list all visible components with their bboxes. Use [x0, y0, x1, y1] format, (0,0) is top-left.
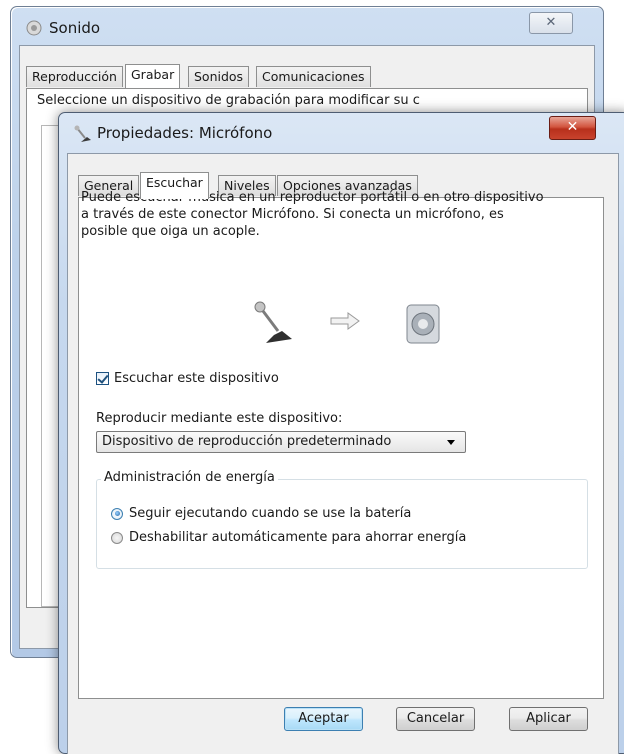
playback-device-select[interactable]: Dispositivo de reproducción predetermina…	[96, 431, 466, 453]
arrow-right-icon	[330, 312, 360, 330]
microphone-icon	[254, 301, 292, 343]
tab-escuchar[interactable]: Escuchar	[140, 172, 209, 199]
properties-dialog: Propiedades: Micrófono ✕ General Escucha…	[58, 112, 624, 754]
radio-auto-disable-label: Deshabilitar automáticamente para ahorra…	[129, 530, 467, 545]
tab-comunicaciones[interactable]: Comunicaciones	[256, 66, 371, 87]
cancel-button[interactable]: Cancelar	[396, 707, 475, 731]
listen-checkbox[interactable]	[96, 372, 109, 385]
power-management-group: Administración de energía Seguir ejecuta…	[96, 470, 588, 569]
tab-reproduccion[interactable]: Reproducción	[26, 66, 123, 87]
radio-keep-running[interactable]	[111, 507, 123, 520]
power-group-title: Administración de energía	[101, 470, 278, 485]
dialog-close-button[interactable]: ✕	[549, 116, 596, 140]
close-icon: ✕	[545, 15, 557, 30]
microphone-small-icon	[74, 125, 91, 142]
radio-keep-running-label: Seguir ejecutando cuando se use la bater…	[129, 506, 412, 521]
speaker-small-icon	[26, 20, 42, 36]
sound-window-titlebar[interactable]: Sonido ✕	[11, 7, 603, 45]
dialog-title: Propiedades: Micrófono	[97, 124, 273, 142]
speaker-icon	[406, 304, 440, 344]
dialog-client: General Escuchar Niveles Opciones avanza…	[67, 153, 619, 754]
playback-device-value: Dispositivo de reproducción predetermina…	[102, 434, 392, 449]
radio-keep-running-row[interactable]: Seguir ejecutando cuando se use la bater…	[111, 506, 411, 521]
radio-auto-disable-row[interactable]: Deshabilitar automáticamente para ahorra…	[111, 530, 466, 545]
listen-checkbox-row[interactable]: Escuchar este dispositivo	[96, 371, 279, 386]
playback-label: Reproducir mediante este dispositivo:	[96, 411, 343, 426]
close-icon: ✕	[566, 119, 579, 135]
tab-grabar[interactable]: Grabar	[125, 64, 181, 88]
recording-description: Seleccione un dispositivo de grabación p…	[37, 93, 420, 108]
tab-sonidos[interactable]: Sonidos	[188, 66, 250, 87]
ok-button[interactable]: Aceptar	[284, 707, 363, 731]
radio-auto-disable[interactable]	[111, 531, 123, 544]
apply-button[interactable]: Aplicar	[509, 707, 588, 731]
chevron-down-icon	[447, 440, 455, 445]
listen-checkbox-label: Escuchar este dispositivo	[114, 371, 279, 386]
sound-window-close-button[interactable]: ✕	[529, 12, 573, 34]
sound-window-title: Sonido	[49, 19, 101, 37]
